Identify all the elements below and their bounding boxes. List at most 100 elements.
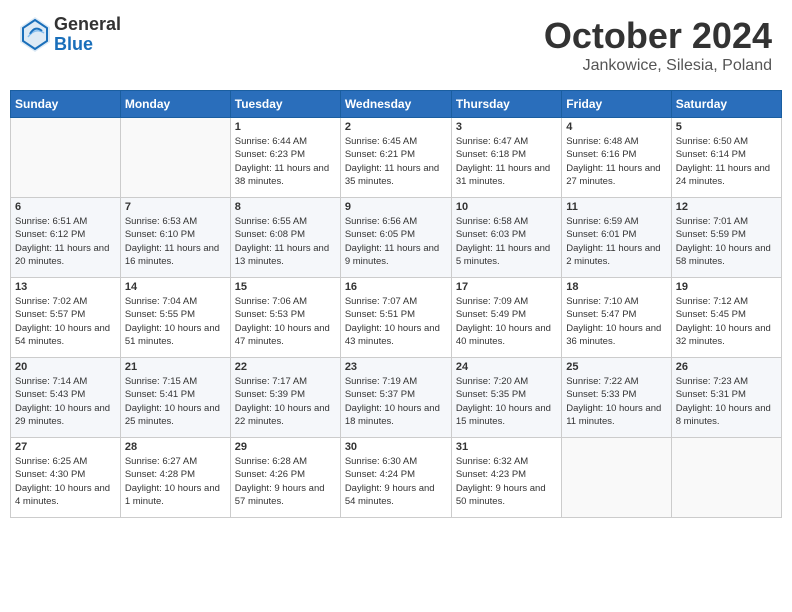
sunrise-text: Sunrise: 6:58 AM: [456, 216, 528, 227]
sunrise-text: Sunrise: 6:55 AM: [235, 216, 307, 227]
day-number: 29: [235, 441, 336, 453]
sunrise-text: Sunrise: 7:12 AM: [676, 296, 748, 307]
day-info: Sunrise: 6:58 AM Sunset: 6:03 PM Dayligh…: [456, 215, 557, 268]
calendar-cell: [120, 118, 230, 198]
day-number: 11: [566, 201, 666, 213]
calendar-header-wednesday: Wednesday: [340, 91, 451, 118]
calendar-cell: 23 Sunrise: 7:19 AM Sunset: 5:37 PM Dayl…: [340, 358, 451, 438]
sunset-text: Sunset: 4:26 PM: [235, 469, 305, 480]
day-info: Sunrise: 6:56 AM Sunset: 6:05 PM Dayligh…: [345, 215, 447, 268]
sunrise-text: Sunrise: 6:32 AM: [456, 456, 528, 467]
sunrise-text: Sunrise: 6:28 AM: [235, 456, 307, 467]
day-info: Sunrise: 6:25 AM Sunset: 4:30 PM Dayligh…: [15, 455, 116, 508]
day-number: 30: [345, 441, 447, 453]
calendar-week-5: 27 Sunrise: 6:25 AM Sunset: 4:30 PM Dayl…: [11, 438, 782, 518]
day-number: 20: [15, 361, 116, 373]
day-info: Sunrise: 6:47 AM Sunset: 6:18 PM Dayligh…: [456, 135, 557, 188]
sunrise-text: Sunrise: 7:09 AM: [456, 296, 528, 307]
calendar-cell: 21 Sunrise: 7:15 AM Sunset: 5:41 PM Dayl…: [120, 358, 230, 438]
sunrise-text: Sunrise: 6:50 AM: [676, 136, 748, 147]
sunrise-text: Sunrise: 7:17 AM: [235, 376, 307, 387]
calendar-header-row: SundayMondayTuesdayWednesdayThursdayFrid…: [11, 91, 782, 118]
day-number: 2: [345, 121, 447, 133]
day-number: 1: [235, 121, 336, 133]
calendar-cell: 1 Sunrise: 6:44 AM Sunset: 6:23 PM Dayli…: [230, 118, 340, 198]
day-number: 10: [456, 201, 557, 213]
calendar-cell: 5 Sunrise: 6:50 AM Sunset: 6:14 PM Dayli…: [671, 118, 781, 198]
daylight-text: Daylight: 10 hours and 8 minutes.: [676, 403, 771, 427]
day-number: 8: [235, 201, 336, 213]
day-number: 7: [125, 201, 226, 213]
sunrise-text: Sunrise: 6:51 AM: [15, 216, 87, 227]
calendar-cell: 24 Sunrise: 7:20 AM Sunset: 5:35 PM Dayl…: [451, 358, 561, 438]
calendar-header-friday: Friday: [562, 91, 671, 118]
calendar-table: SundayMondayTuesdayWednesdayThursdayFrid…: [10, 90, 782, 518]
daylight-text: Daylight: 11 hours and 38 minutes.: [235, 163, 329, 187]
calendar-header-tuesday: Tuesday: [230, 91, 340, 118]
daylight-text: Daylight: 10 hours and 43 minutes.: [345, 323, 440, 347]
sunset-text: Sunset: 6:12 PM: [15, 229, 85, 240]
logo-general: General: [54, 15, 121, 35]
daylight-text: Daylight: 10 hours and 54 minutes.: [15, 323, 110, 347]
sunrise-text: Sunrise: 7:02 AM: [15, 296, 87, 307]
day-info: Sunrise: 7:20 AM Sunset: 5:35 PM Dayligh…: [456, 375, 557, 428]
sunset-text: Sunset: 6:05 PM: [345, 229, 415, 240]
sunrise-text: Sunrise: 6:56 AM: [345, 216, 417, 227]
calendar-cell: 4 Sunrise: 6:48 AM Sunset: 6:16 PM Dayli…: [562, 118, 671, 198]
sunset-text: Sunset: 5:43 PM: [15, 389, 85, 400]
daylight-text: Daylight: 10 hours and 36 minutes.: [566, 323, 661, 347]
sunset-text: Sunset: 6:14 PM: [676, 149, 746, 160]
daylight-text: Daylight: 11 hours and 13 minutes.: [235, 243, 329, 267]
daylight-text: Daylight: 10 hours and 11 minutes.: [566, 403, 661, 427]
sunrise-text: Sunrise: 7:07 AM: [345, 296, 417, 307]
day-number: 21: [125, 361, 226, 373]
calendar-cell: [671, 438, 781, 518]
logo: General Blue: [20, 15, 121, 55]
day-number: 9: [345, 201, 447, 213]
daylight-text: Daylight: 11 hours and 24 minutes.: [676, 163, 770, 187]
day-info: Sunrise: 6:30 AM Sunset: 4:24 PM Dayligh…: [345, 455, 447, 508]
day-number: 4: [566, 121, 666, 133]
day-info: Sunrise: 7:23 AM Sunset: 5:31 PM Dayligh…: [676, 375, 777, 428]
sunrise-text: Sunrise: 6:44 AM: [235, 136, 307, 147]
sunset-text: Sunset: 5:35 PM: [456, 389, 526, 400]
calendar-cell: 27 Sunrise: 6:25 AM Sunset: 4:30 PM Dayl…: [11, 438, 121, 518]
day-info: Sunrise: 6:44 AM Sunset: 6:23 PM Dayligh…: [235, 135, 336, 188]
sunrise-text: Sunrise: 7:23 AM: [676, 376, 748, 387]
day-info: Sunrise: 7:01 AM Sunset: 5:59 PM Dayligh…: [676, 215, 777, 268]
day-info: Sunrise: 7:02 AM Sunset: 5:57 PM Dayligh…: [15, 295, 116, 348]
calendar-cell: 13 Sunrise: 7:02 AM Sunset: 5:57 PM Dayl…: [11, 278, 121, 358]
sunset-text: Sunset: 5:55 PM: [125, 309, 195, 320]
calendar-cell: [562, 438, 671, 518]
sunrise-text: Sunrise: 6:59 AM: [566, 216, 638, 227]
sunset-text: Sunset: 6:23 PM: [235, 149, 305, 160]
calendar-cell: 22 Sunrise: 7:17 AM Sunset: 5:39 PM Dayl…: [230, 358, 340, 438]
sunrise-text: Sunrise: 6:27 AM: [125, 456, 197, 467]
calendar-header-saturday: Saturday: [671, 91, 781, 118]
sunrise-text: Sunrise: 6:53 AM: [125, 216, 197, 227]
daylight-text: Daylight: 10 hours and 18 minutes.: [345, 403, 440, 427]
sunrise-text: Sunrise: 7:15 AM: [125, 376, 197, 387]
daylight-text: Daylight: 10 hours and 47 minutes.: [235, 323, 330, 347]
sunset-text: Sunset: 4:28 PM: [125, 469, 195, 480]
day-number: 5: [676, 121, 777, 133]
daylight-text: Daylight: 10 hours and 29 minutes.: [15, 403, 110, 427]
sunrise-text: Sunrise: 7:20 AM: [456, 376, 528, 387]
calendar-week-2: 6 Sunrise: 6:51 AM Sunset: 6:12 PM Dayli…: [11, 198, 782, 278]
daylight-text: Daylight: 10 hours and 32 minutes.: [676, 323, 771, 347]
day-info: Sunrise: 6:27 AM Sunset: 4:28 PM Dayligh…: [125, 455, 226, 508]
daylight-text: Daylight: 10 hours and 51 minutes.: [125, 323, 220, 347]
sunset-text: Sunset: 5:51 PM: [345, 309, 415, 320]
calendar-cell: 12 Sunrise: 7:01 AM Sunset: 5:59 PM Dayl…: [671, 198, 781, 278]
day-number: 28: [125, 441, 226, 453]
day-info: Sunrise: 7:07 AM Sunset: 5:51 PM Dayligh…: [345, 295, 447, 348]
day-number: 31: [456, 441, 557, 453]
sunset-text: Sunset: 5:39 PM: [235, 389, 305, 400]
day-number: 25: [566, 361, 666, 373]
day-info: Sunrise: 6:50 AM Sunset: 6:14 PM Dayligh…: [676, 135, 777, 188]
day-info: Sunrise: 6:51 AM Sunset: 6:12 PM Dayligh…: [15, 215, 116, 268]
day-number: 3: [456, 121, 557, 133]
calendar-week-1: 1 Sunrise: 6:44 AM Sunset: 6:23 PM Dayli…: [11, 118, 782, 198]
sunrise-text: Sunrise: 6:45 AM: [345, 136, 417, 147]
month-title: October 2024: [544, 15, 772, 57]
